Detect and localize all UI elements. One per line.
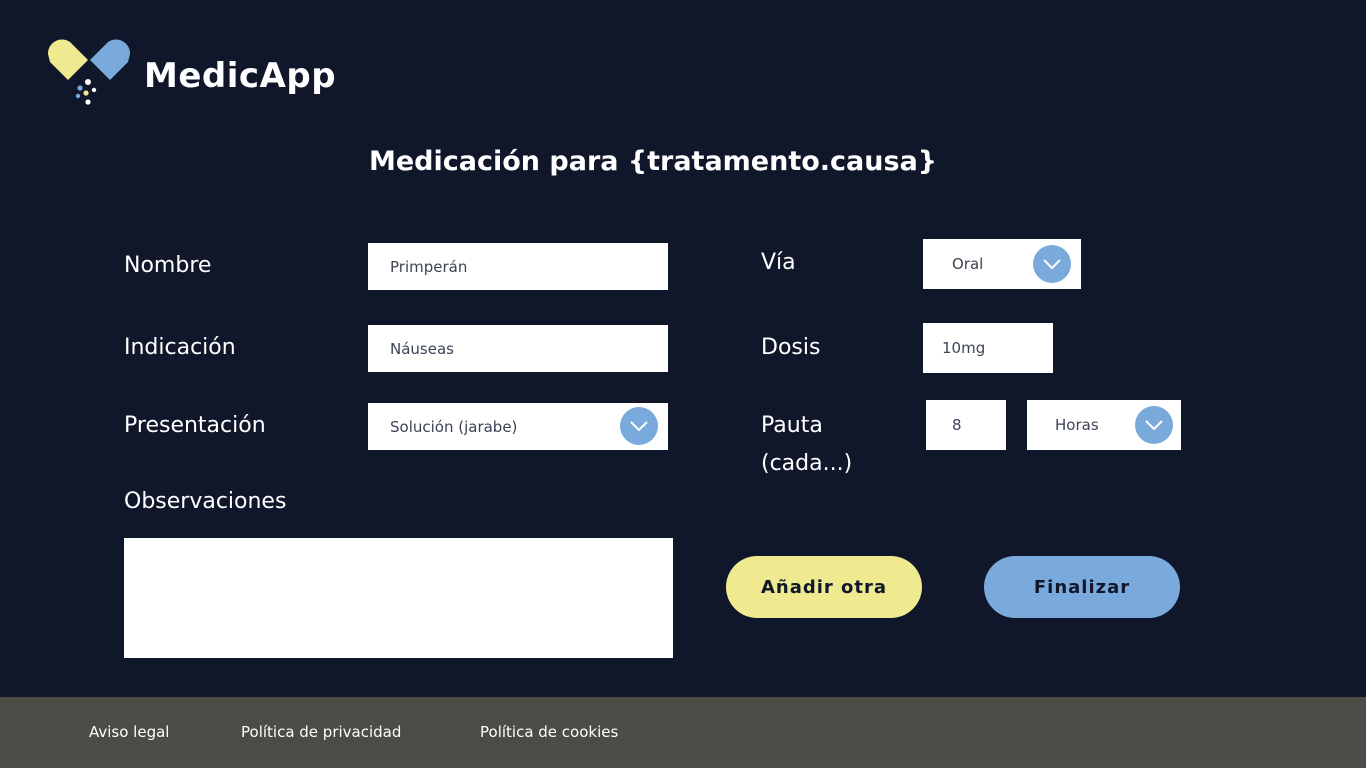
dosis-input[interactable]: 10mg: [923, 323, 1053, 373]
chevron-down-icon: [1145, 420, 1163, 430]
pauta-value: 8: [952, 416, 962, 434]
via-value: Oral: [952, 255, 984, 273]
nombre-input[interactable]: Primperán: [368, 243, 668, 290]
pauta-value-input[interactable]: 8: [926, 400, 1006, 450]
chevron-down-icon: [1043, 259, 1061, 269]
presentacion-label: Presentación: [124, 413, 266, 438]
presentacion-value: Solución (jarabe): [390, 417, 518, 436]
via-label: Vía: [761, 250, 796, 275]
indicacion-value: Náuseas: [390, 339, 454, 358]
dosis-label: Dosis: [761, 335, 821, 360]
nombre-label: Nombre: [124, 253, 212, 278]
dosis-value: 10mg: [942, 339, 986, 357]
page-title: Medicación para {tratamento.causa}: [368, 146, 938, 177]
add-another-button[interactable]: Añadir otra: [726, 556, 922, 618]
footer-link-privacidad[interactable]: Política de privacidad: [241, 723, 401, 741]
nombre-value: Primperán: [390, 257, 468, 276]
via-dropdown-button[interactable]: [1033, 245, 1071, 283]
pauta-unit-value: Horas: [1055, 416, 1099, 434]
indicacion-label: Indicación: [124, 335, 236, 360]
observaciones-textarea[interactable]: [124, 538, 673, 658]
finish-button[interactable]: Finalizar: [984, 556, 1180, 618]
pauta-unit-dropdown-button[interactable]: [1135, 406, 1173, 444]
pill-logo-icon: [47, 39, 131, 105]
observaciones-label: Observaciones: [124, 489, 287, 514]
pauta-label-line2: (cada...): [761, 451, 853, 476]
pauta-label-line1: Pauta: [761, 413, 823, 438]
chevron-down-icon: [630, 421, 648, 431]
footer-link-cookies[interactable]: Política de cookies: [480, 723, 618, 741]
footer-link-aviso-legal[interactable]: Aviso legal: [89, 723, 169, 741]
pauta-label: Pauta (cada...): [761, 407, 852, 483]
brand-name: MedicApp: [144, 56, 337, 96]
logo[interactable]: [42, 38, 136, 108]
indicacion-input[interactable]: Náuseas: [368, 325, 668, 372]
presentacion-dropdown-button[interactable]: [620, 407, 658, 445]
footer: Aviso legal Política de privacidad Polít…: [0, 697, 1366, 768]
